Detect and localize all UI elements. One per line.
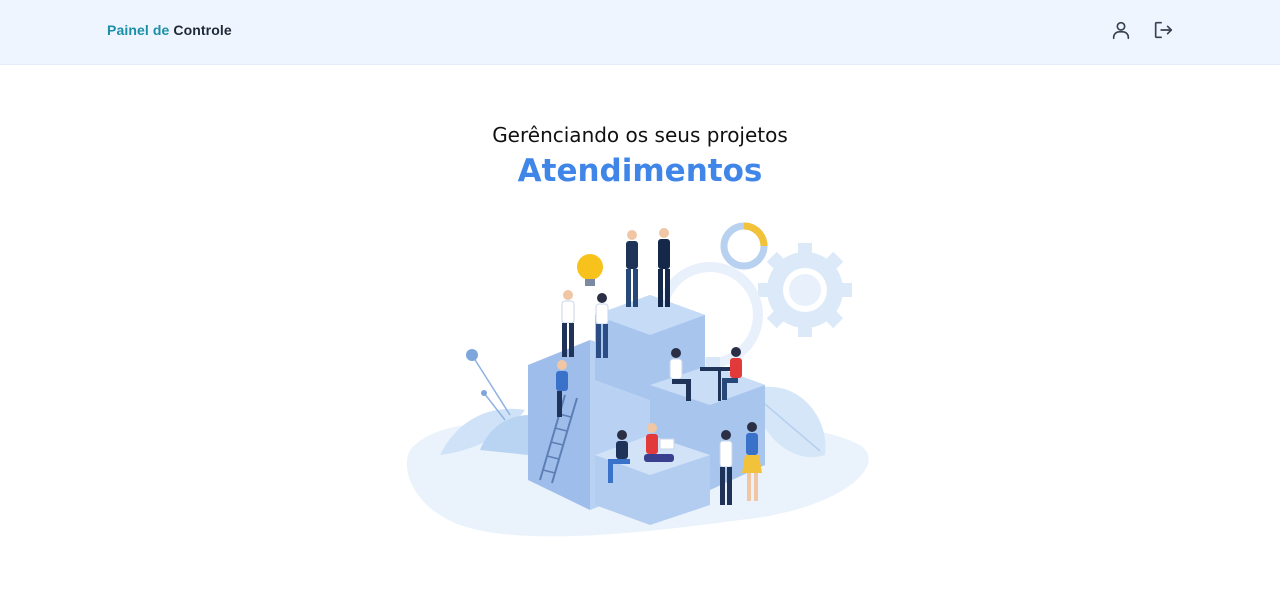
user-icon: [1110, 19, 1132, 46]
logout-icon: [1152, 19, 1174, 46]
brand-part1: Painel de: [107, 22, 170, 38]
brand-logo[interactable]: Painel de Controle: [107, 22, 232, 38]
page-title: Atendimentos: [517, 153, 763, 189]
top-navbar: Painel de Controle: [0, 0, 1280, 65]
teamwork-illustration: [406, 222, 869, 537]
logout-button[interactable]: [1150, 19, 1176, 45]
profile-button[interactable]: [1108, 19, 1134, 45]
page-subtitle: Gerênciando os seus projetos: [492, 123, 788, 147]
brand-part2: Controle: [173, 22, 232, 38]
